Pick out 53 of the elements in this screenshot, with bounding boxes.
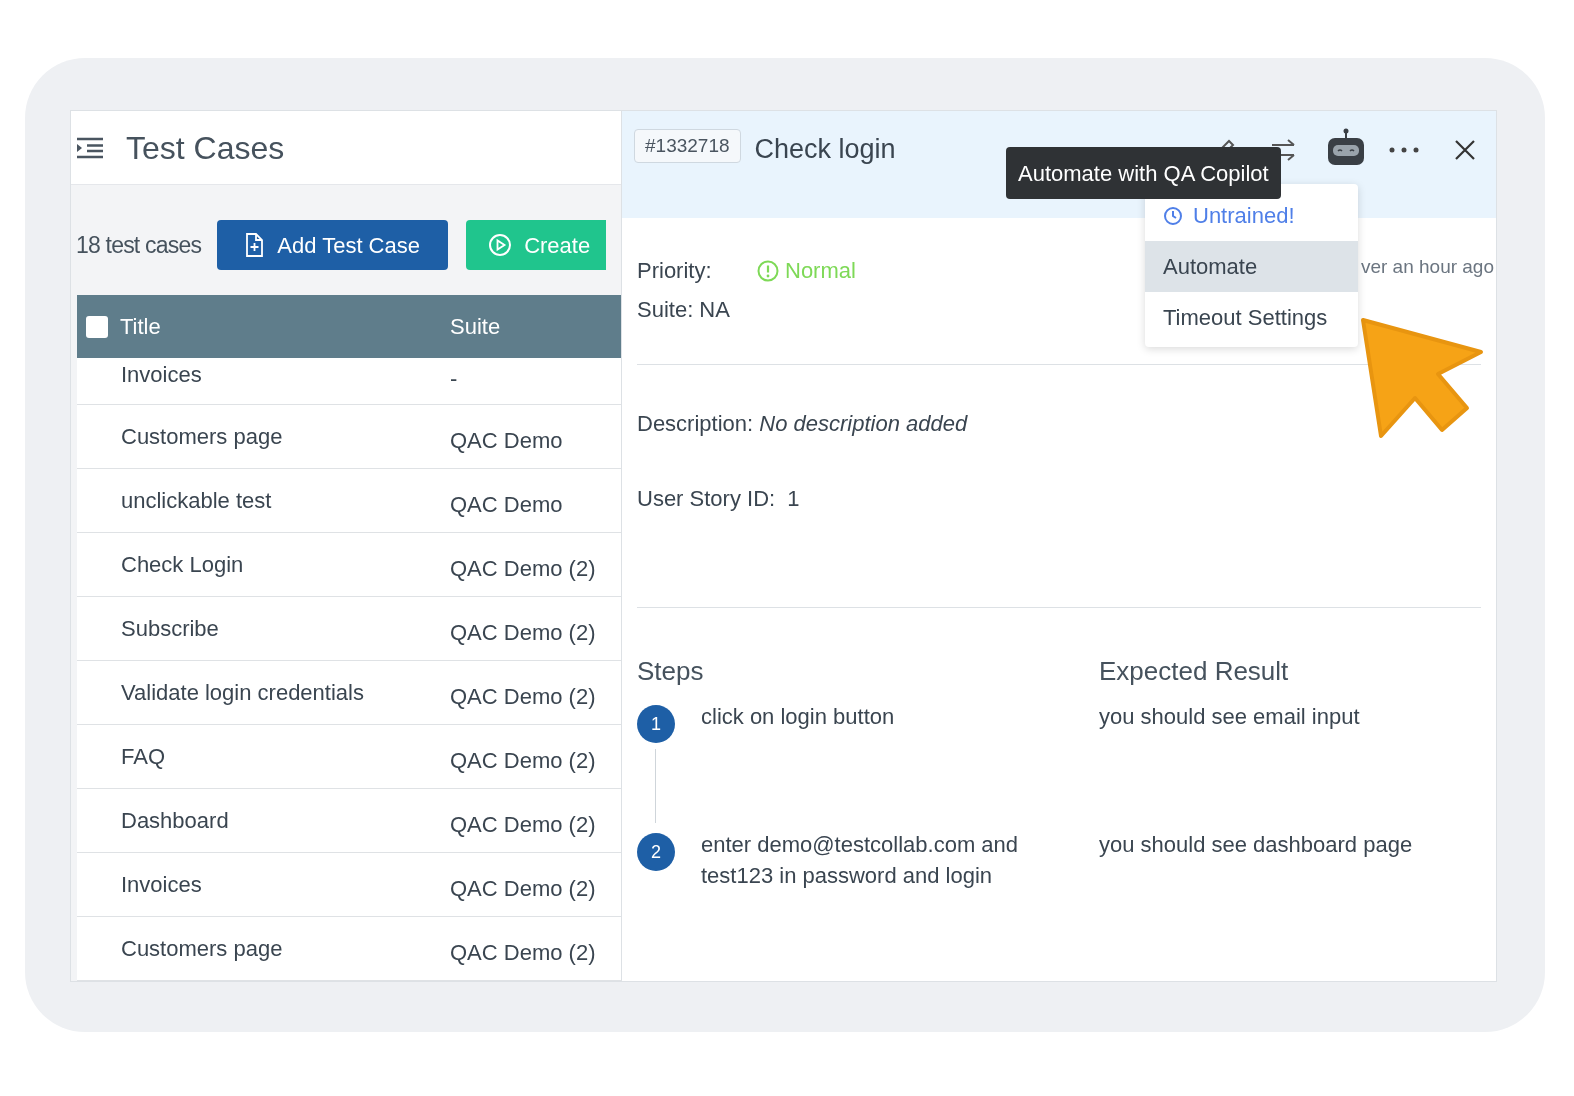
select-all-checkbox[interactable] [86,315,108,338]
test-case-count: 18 test cases [76,230,202,260]
suite-name: QAC Demo (2) [450,939,596,967]
step-number: 1 [637,705,675,743]
updated-time: ver an hour ago [1360,255,1494,279]
menu-item[interactable]: Automate [1145,241,1358,292]
test-case-title[interactable]: Customers page [121,932,450,965]
test-case-title[interactable]: Validate login credentials [121,676,450,709]
priority-value: Normal [757,254,856,287]
column-header[interactable]: Title [120,310,450,343]
suite-name: QAC Demo (2) [450,811,596,839]
user-story-id: User Story ID: 1 [637,485,801,513]
steps-heading: Steps [637,655,705,688]
tooltip: Automate with QA Copilot [1006,147,1281,199]
test-case-title[interactable]: Invoices [121,357,450,391]
step-number: 2 [637,833,675,871]
test-case-title: Check login [754,133,896,166]
test-case-title[interactable]: Subscribe [121,612,450,645]
play-circle-icon [488,233,513,257]
test-case-title[interactable]: Customers page [121,420,450,453]
test-case-title[interactable]: Dashboard [121,804,450,837]
menu-item[interactable]: Timeout Settings [1145,292,1358,343]
step-text: click on login button [701,703,896,731]
menu-icon[interactable] [76,136,104,159]
description: Description: No description added [637,410,969,438]
page-title: Test Cases [126,128,285,168]
suite-info: Suite: NA [637,296,730,324]
suite-name: QAC Demo (2) [450,747,596,775]
close-icon[interactable] [1454,139,1476,161]
column-header[interactable]: Suite [450,310,501,343]
suite-name: QAC Demo [450,427,563,455]
expected-result: you should see email input [1099,703,1360,731]
robot-icon[interactable] [1326,127,1366,167]
test-case-id: #1332718 [634,129,741,163]
more-options-icon[interactable] [1388,146,1420,154]
clock-icon [1163,205,1183,226]
expected-heading: Expected Result [1099,655,1289,688]
alert-circle-icon [757,259,779,282]
step-text: enter demo@testcollab.com and test123 in password and login [701,831,1020,890]
suite-name: - [450,364,458,393]
suite-name: QAC Demo [450,491,563,519]
add-test-case-button[interactable]: Add Test Case [217,220,449,270]
suite-name: QAC Demo (2) [450,619,596,647]
file-plus-icon [245,233,264,257]
test-case-title[interactable]: unclickable test [121,484,450,517]
suite-name: QAC Demo (2) [450,683,596,711]
priority-label: Priority: [637,257,713,285]
suite-name: QAC Demo (2) [450,875,596,903]
suite-name: QAC Demo (2) [450,555,596,583]
test-case-title[interactable]: FAQ [121,740,450,773]
test-case-title[interactable]: Invoices [121,868,450,901]
test-case-title[interactable]: Check Login [121,548,450,581]
expected-result: you should see dashboard page [1099,831,1413,859]
